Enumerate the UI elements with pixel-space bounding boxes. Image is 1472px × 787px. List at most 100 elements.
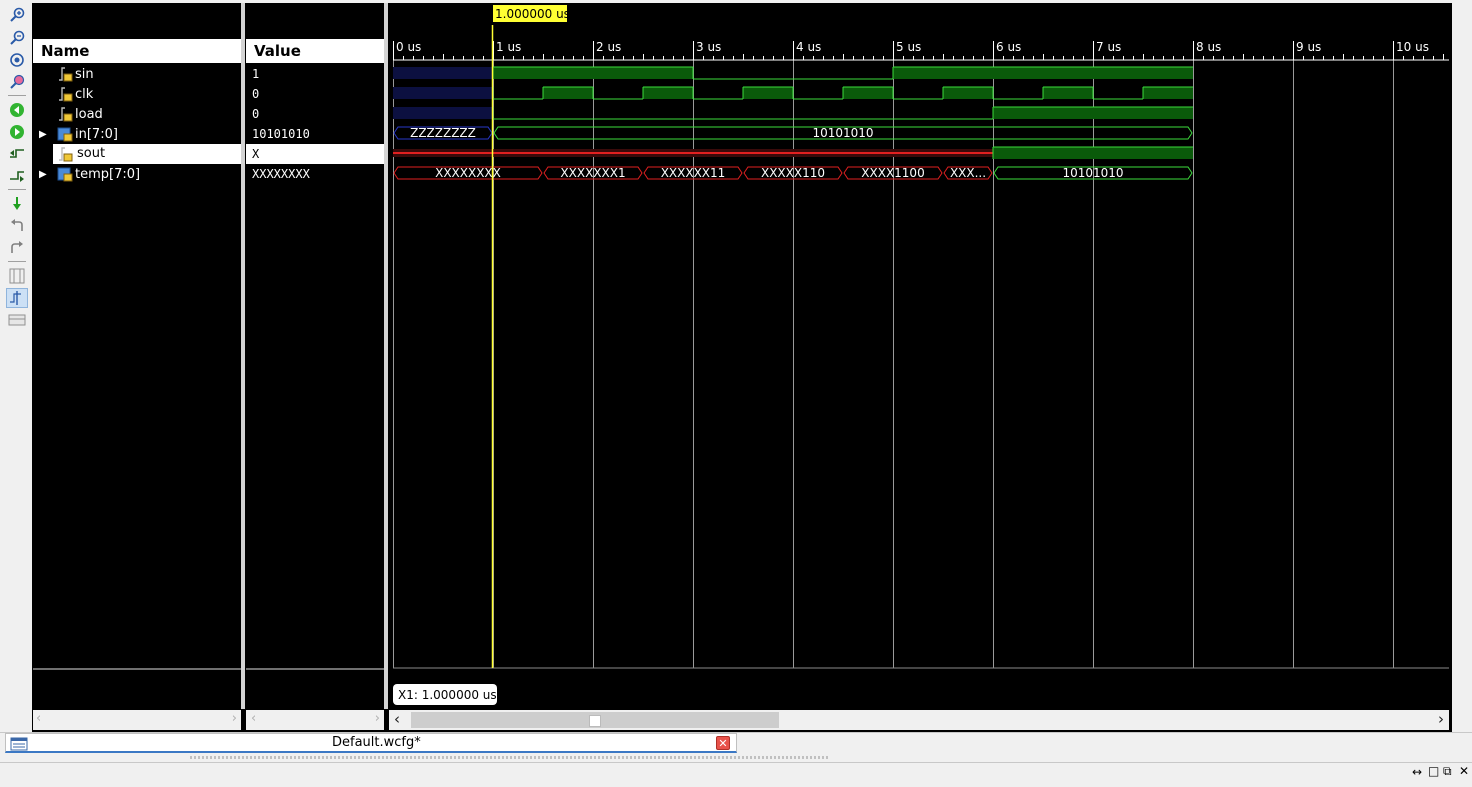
ruler-tick-label: 6 us bbox=[996, 40, 1021, 54]
scroll-thumb-grip bbox=[589, 715, 601, 727]
tab-default-wcfg[interactable]: Default.wcfg* ✕ bbox=[5, 733, 737, 753]
zoom-out-icon[interactable] bbox=[6, 28, 28, 48]
bit-signal-icon bbox=[57, 146, 73, 162]
cursor-time-label: 1.000000 us bbox=[495, 7, 570, 21]
signal-name-row[interactable]: sin bbox=[33, 64, 241, 84]
waveform-area[interactable]: 0 us 1 us 2 us 3 us 4 us 5 us 6 us 7 us 8 us 9 us… bbox=[393, 5, 1449, 707]
signal-name-list: sin clk load ▶ in[7:0] sout ▶ temp[7:0] bbox=[33, 64, 241, 668]
waveform-file-icon bbox=[10, 736, 28, 755]
scroll-thumb[interactable] bbox=[411, 712, 779, 728]
signal-name-row[interactable]: load bbox=[33, 104, 241, 124]
ruler-tick-label: 9 us bbox=[1296, 40, 1321, 54]
signal-name: temp[7:0] bbox=[75, 166, 141, 182]
divider bbox=[33, 668, 241, 670]
wave-high-fill bbox=[643, 87, 693, 99]
wave-high-fill bbox=[893, 67, 1193, 79]
scroll-left-icon[interactable]: ‹ bbox=[394, 710, 400, 728]
scroll-right-icon[interactable]: › bbox=[375, 711, 380, 726]
waveform-canvas[interactable]: 0 us 1 us 2 us 3 us 4 us 5 us 6 us 7 us 8 us 9 us… bbox=[393, 5, 1449, 707]
signal-name: sout bbox=[53, 144, 241, 164]
signal-value[interactable]: X bbox=[246, 144, 384, 164]
zoom-fit-icon[interactable] bbox=[6, 50, 28, 70]
scroll-left-icon[interactable]: ‹ bbox=[251, 711, 256, 726]
wave-high-fill bbox=[993, 107, 1193, 119]
wave-high-fill bbox=[1043, 87, 1093, 99]
wave-high-fill bbox=[543, 87, 593, 99]
restore-icon[interactable]: ↔ bbox=[1412, 765, 1422, 779]
expand-arrow-icon[interactable]: ▶ bbox=[39, 169, 51, 180]
value-wave-splitter[interactable] bbox=[384, 3, 388, 709]
signal-value[interactable]: 0 bbox=[246, 104, 384, 124]
name-column-header[interactable]: Name bbox=[33, 39, 241, 63]
close-tab-icon[interactable]: ✕ bbox=[716, 736, 730, 750]
ruler-tick-label: 3 us bbox=[696, 40, 721, 54]
signal-name: sin bbox=[75, 66, 94, 82]
signal-name-row[interactable]: ▶ temp[7:0] bbox=[33, 164, 241, 184]
scroll-right-icon[interactable]: › bbox=[232, 711, 237, 726]
maximize-panel-icon[interactable]: ⧉ bbox=[1443, 764, 1452, 779]
minimize-panel-icon[interactable]: □ bbox=[1428, 764, 1439, 778]
scroll-right-icon[interactable]: › bbox=[1438, 710, 1444, 728]
signal-name: in[7:0] bbox=[75, 126, 118, 142]
divider bbox=[246, 668, 384, 670]
ruler-tick-label: 10 us bbox=[1396, 40, 1429, 54]
signal-name-row[interactable]: clk bbox=[33, 84, 241, 104]
ruler-tick-label: 0 us bbox=[396, 40, 421, 54]
bus-value-label: XXXXXXX1 bbox=[560, 166, 625, 180]
previous-transition-icon[interactable] bbox=[6, 144, 28, 164]
waveform-toolbar bbox=[0, 0, 32, 732]
wave-high-fill bbox=[1143, 87, 1193, 99]
add-marker-icon[interactable] bbox=[6, 194, 28, 214]
ruler-tick-label: 2 us bbox=[596, 40, 621, 54]
snap-to-transition-icon[interactable] bbox=[6, 288, 28, 308]
previous-marker-icon[interactable] bbox=[6, 216, 28, 236]
go-to-start-icon[interactable] bbox=[6, 100, 28, 120]
bus-signal-icon bbox=[57, 166, 73, 182]
wave-z-fill bbox=[393, 107, 493, 119]
bus-value-label: 10101010 bbox=[1062, 166, 1123, 180]
name-value-splitter[interactable] bbox=[241, 3, 245, 709]
wave-z-fill bbox=[393, 87, 493, 99]
value-pane-toolbar-area bbox=[246, 5, 384, 37]
bus-value-label: ZZZZZZZZ bbox=[410, 126, 476, 140]
signal-value[interactable]: XXXXXXXX bbox=[246, 164, 384, 184]
scroll-left-icon[interactable]: ‹ bbox=[36, 711, 41, 726]
ruler-tick-label: 4 us bbox=[796, 40, 821, 54]
resize-grip[interactable] bbox=[190, 756, 830, 759]
bus-value-label: XXX... bbox=[950, 166, 986, 180]
signal-value[interactable]: 10101010 bbox=[246, 124, 384, 144]
signal-name-row[interactable]: sout bbox=[33, 144, 241, 164]
name-horizontal-scrollbar[interactable]: ‹ › bbox=[33, 710, 241, 730]
value-column-header[interactable]: Value bbox=[246, 39, 384, 63]
bus-signal-icon bbox=[57, 126, 73, 142]
marker-readout[interactable]: X1: 1.000000 us bbox=[393, 684, 497, 705]
expand-arrow-icon[interactable]: ▶ bbox=[39, 129, 51, 140]
next-transition-icon[interactable] bbox=[6, 166, 28, 186]
next-marker-icon[interactable] bbox=[6, 238, 28, 258]
bus-value-label: 10101010 bbox=[812, 126, 873, 140]
tab-label: Default.wcfg* bbox=[332, 735, 421, 750]
zoom-in-icon[interactable] bbox=[6, 5, 28, 25]
bus-value-label: XXXXXX11 bbox=[661, 166, 726, 180]
signal-value[interactable]: 1 bbox=[246, 64, 384, 84]
close-panel-icon[interactable]: ✕ bbox=[1459, 764, 1469, 778]
swap-cursors-icon[interactable] bbox=[6, 266, 28, 286]
name-pane-toolbar-area bbox=[33, 5, 241, 37]
signal-name-row[interactable]: ▶ in[7:0] bbox=[33, 124, 241, 144]
signal-name: clk bbox=[75, 86, 94, 102]
ruler-tick-label: 7 us bbox=[1096, 40, 1121, 54]
ruler-tick-label: 8 us bbox=[1196, 40, 1221, 54]
signal-value-list: 1 0 0 10101010 X XXXXXXXX bbox=[246, 64, 384, 668]
bit-signal-icon bbox=[57, 106, 73, 122]
wave-horizontal-scrollbar[interactable]: ‹ › bbox=[389, 710, 1449, 730]
bit-signal-icon bbox=[57, 86, 73, 102]
wave-high-fill bbox=[943, 87, 993, 99]
wave-high-fill bbox=[743, 87, 793, 99]
signal-value[interactable]: 0 bbox=[246, 84, 384, 104]
go-to-end-icon[interactable] bbox=[6, 122, 28, 142]
zoom-full-icon[interactable] bbox=[6, 72, 28, 92]
wave-high-fill bbox=[993, 147, 1193, 159]
wave-high-fill bbox=[843, 87, 893, 99]
value-horizontal-scrollbar[interactable]: ‹ › bbox=[246, 710, 384, 730]
float-ruler-icon[interactable] bbox=[6, 310, 28, 330]
